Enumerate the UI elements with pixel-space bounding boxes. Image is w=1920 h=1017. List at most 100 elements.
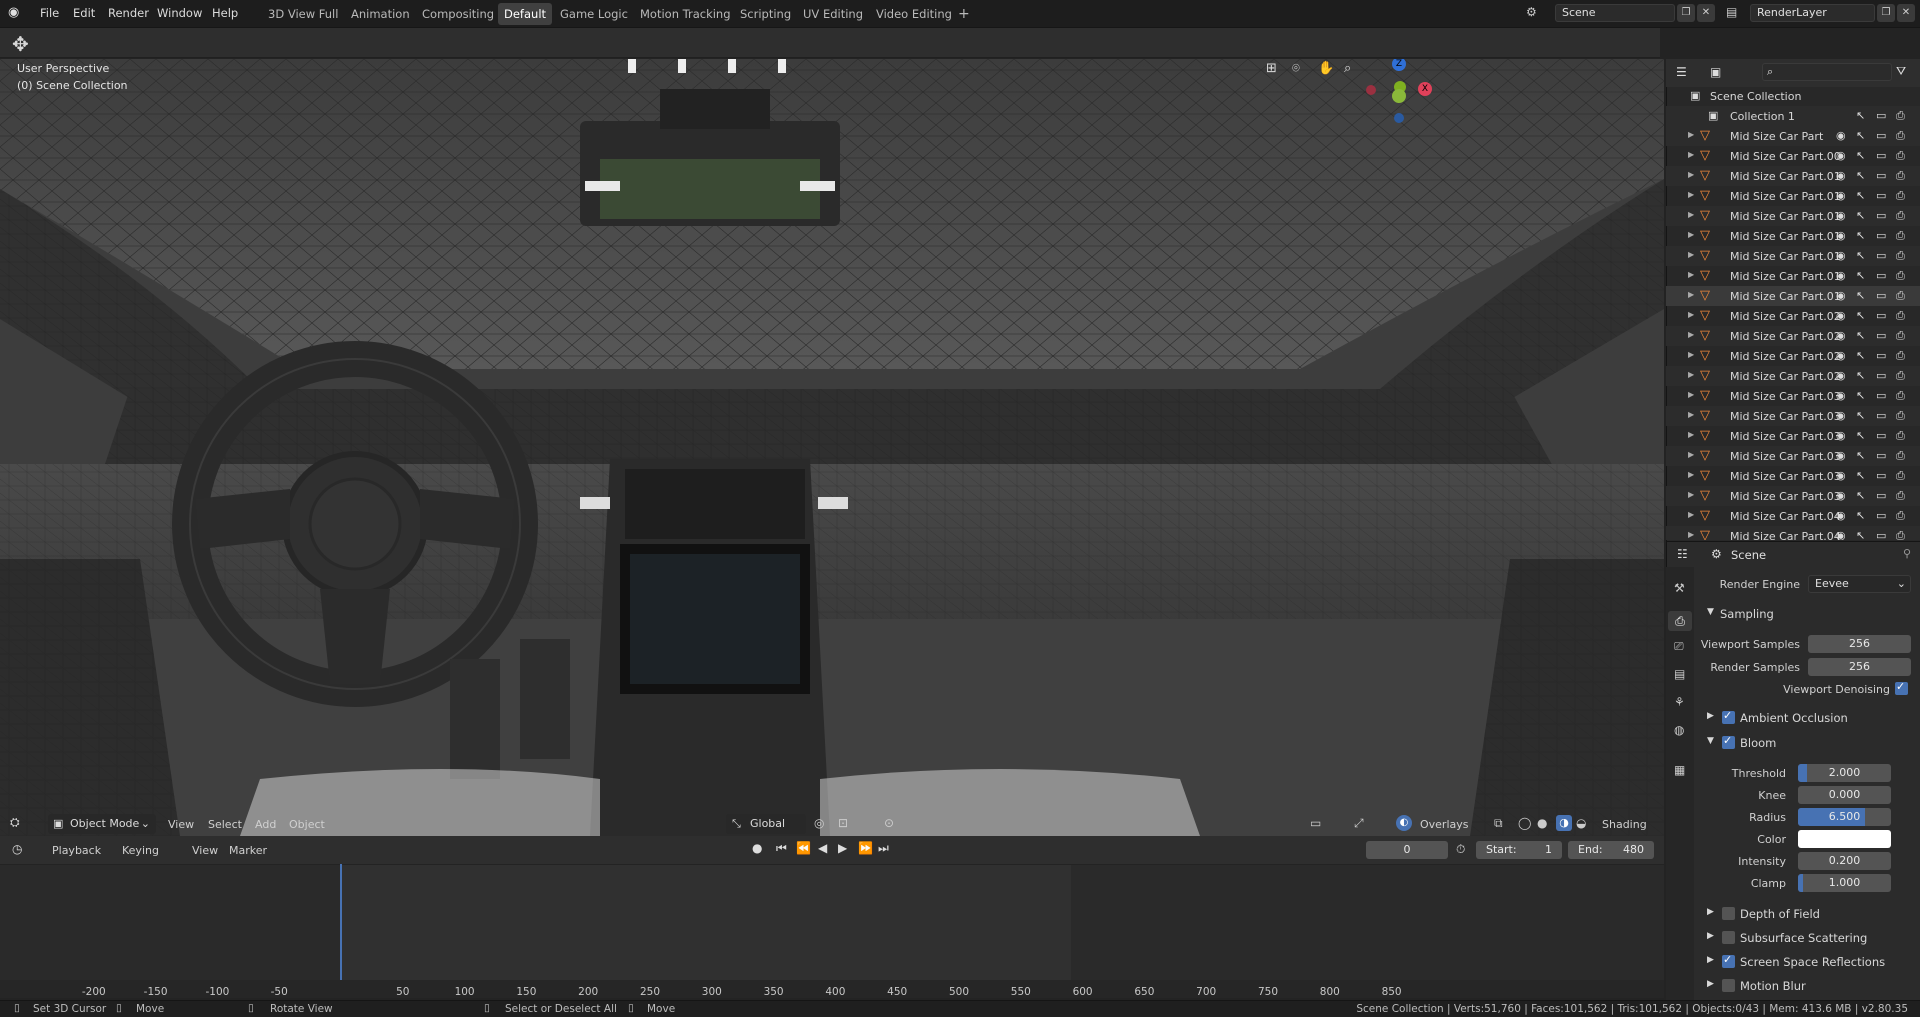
scene-tab-icon[interactable]: ⚘ xyxy=(1674,695,1685,709)
viewport-denoising-checkbox[interactable] xyxy=(1895,680,1908,695)
timeline-menu-playback[interactable]: Playback xyxy=(52,844,101,857)
timeline-menu-keying[interactable]: Keying xyxy=(122,844,159,857)
outliner-collection-1[interactable]: ▣ Collection 1 ↖ ▭ ⎙ xyxy=(1666,106,1920,126)
bloom-color-swatch[interactable] xyxy=(1798,830,1891,848)
selectable-icon[interactable]: ↖ xyxy=(1856,369,1865,382)
outliner-object-row[interactable]: ▶ ▽ Mid Size Car Part ◉ ↖ ▭ ⎙ xyxy=(1666,126,1920,146)
knee-slider[interactable]: 0.000 xyxy=(1798,786,1891,804)
viewport-menu-select[interactable]: Select xyxy=(208,818,242,831)
outliner-object-row[interactable]: ▶ ▽ Mid Size Car Part.03 ◉ ↖ ▭ ⎙ xyxy=(1666,386,1920,406)
render-visibility-icon[interactable]: ⎙ xyxy=(1896,409,1905,423)
eye-icon[interactable]: ◉ xyxy=(1836,409,1846,422)
viewport-visibility-icon[interactable]: ▭ xyxy=(1876,449,1886,462)
start-frame-field[interactable]: Start: 1 xyxy=(1476,841,1562,859)
sampling-panel-header[interactable]: ▼ Sampling xyxy=(1694,603,1920,625)
viewport-visibility-icon[interactable]: ▭ xyxy=(1876,169,1886,182)
texture-tab-icon[interactable]: ▦ xyxy=(1674,763,1685,777)
viewport-menu-add[interactable]: Add xyxy=(255,818,276,831)
pan-hand-icon[interactable]: ✋ xyxy=(1318,61,1334,76)
timeline-editor-type-icon[interactable]: ◷ xyxy=(12,842,22,856)
expand-arrow-icon[interactable]: ▶ xyxy=(1688,530,1694,539)
outliner-object-row[interactable]: ▶ ▽ Mid Size Car Part.02 ◉ ↖ ▭ ⎙ xyxy=(1666,306,1920,326)
solid-shading-icon[interactable]: ● xyxy=(1537,816,1547,830)
menu-help[interactable]: Help xyxy=(212,6,238,20)
eye-icon[interactable]: ◉ xyxy=(1836,249,1846,262)
depth-of-field-checkbox[interactable] xyxy=(1722,907,1735,920)
render-visibility-icon[interactable]: ⎙ xyxy=(1896,309,1905,323)
axis-gizmo[interactable]: Z X xyxy=(1350,59,1460,139)
expand-arrow-icon[interactable]: ▶ xyxy=(1688,330,1694,339)
render-tab-icon[interactable]: ⎙ xyxy=(1668,611,1692,631)
menu-file[interactable]: File xyxy=(40,6,59,20)
record-icon[interactable]: ● xyxy=(752,841,762,855)
shading-dropdown[interactable]: Shading xyxy=(1602,818,1647,831)
expand-arrow-icon[interactable]: ▶ xyxy=(1688,170,1694,179)
ambient-occlusion-panel-header[interactable]: ▶ Ambient Occlusion xyxy=(1694,707,1920,729)
outliner-object-row[interactable]: ▶ ▽ Mid Size Car Part.01 ◉ ↖ ▭ ⎙ xyxy=(1666,206,1920,226)
bloom-panel-header[interactable]: ▼ Bloom xyxy=(1694,732,1920,754)
viewport-visibility-icon[interactable]: ▭ xyxy=(1876,289,1886,302)
screen-space-reflections-checkbox[interactable] xyxy=(1722,953,1735,968)
expand-arrow-icon[interactable]: ▶ xyxy=(1688,310,1694,319)
render-visibility-icon[interactable]: ⎙ xyxy=(1896,169,1905,183)
outliner-object-row[interactable]: ▶ ▽ Mid Size Car Part.01 ◉ ↖ ▭ ⎙ xyxy=(1666,246,1920,266)
tab-default[interactable]: Default xyxy=(498,3,553,25)
display-mode-icon[interactable]: ▣ xyxy=(1710,65,1721,79)
render-samples-field[interactable]: 256 xyxy=(1808,658,1911,676)
selectable-icon[interactable]: ↖ xyxy=(1856,449,1865,462)
proportional-edit-icon[interactable]: ⊙ xyxy=(884,816,894,830)
renderlayer-icon[interactable]: ▤ xyxy=(1726,5,1737,19)
selectable-icon[interactable]: ↖ xyxy=(1856,469,1865,482)
add-workspace-button[interactable]: + xyxy=(952,3,976,25)
scene-copy-icon[interactable]: ❐ xyxy=(1677,4,1695,22)
render-visibility-icon[interactable]: ⎙ xyxy=(1896,209,1905,223)
object-mode-dropdown[interactable]: ▣ Object Mode ⌄ xyxy=(48,814,156,834)
viewport-menu-view[interactable]: View xyxy=(168,818,194,831)
playhead-line[interactable] xyxy=(340,864,342,992)
eye-icon[interactable]: ◉ xyxy=(1836,189,1846,202)
view-object-types-icon[interactable]: ▭ xyxy=(1310,816,1321,830)
expand-arrow-icon[interactable]: ▶ xyxy=(1688,430,1694,439)
overlays-dropdown[interactable]: Overlays xyxy=(1420,818,1469,831)
eye-icon[interactable]: ◉ xyxy=(1836,329,1846,342)
snap-icon[interactable]: ⊡ xyxy=(838,816,848,830)
screen-space-reflections-panel-header[interactable]: ▶ Screen Space Reflections xyxy=(1694,951,1920,973)
selectable-icon[interactable]: ↖ xyxy=(1856,329,1865,342)
menu-edit[interactable]: Edit xyxy=(73,6,95,20)
expand-arrow-icon[interactable]: ▶ xyxy=(1688,190,1694,199)
eye-icon[interactable]: ◉ xyxy=(1836,489,1846,502)
eye-icon[interactable]: ◉ xyxy=(1836,389,1846,402)
render-visibility-icon[interactable]: ⎙ xyxy=(1896,289,1905,303)
viewport-visibility-icon[interactable]: ▭ xyxy=(1876,429,1886,442)
scene-field[interactable]: Scene xyxy=(1555,4,1675,22)
world-tab-icon[interactable]: ◍ xyxy=(1674,723,1684,737)
viewport-menu-object[interactable]: Object xyxy=(289,818,325,831)
timeline-menu-view[interactable]: View xyxy=(192,844,218,857)
viewport-visibility-icon[interactable]: ▭ xyxy=(1876,129,1886,142)
eye-icon[interactable]: ◉ xyxy=(1836,449,1846,462)
selectable-icon[interactable]: ↖ xyxy=(1856,529,1865,540)
expand-arrow-icon[interactable]: ▶ xyxy=(1688,510,1694,519)
eye-icon[interactable]: ◉ xyxy=(1836,529,1846,540)
viewport-visibility-icon[interactable]: ▭ xyxy=(1876,109,1886,122)
menu-window[interactable]: Window xyxy=(157,6,202,20)
subsurface-scattering-checkbox[interactable] xyxy=(1722,931,1735,944)
tab-3d-view-full[interactable]: 3D View Full xyxy=(262,3,344,25)
gizmo-z-axis[interactable]: Z xyxy=(1392,59,1406,71)
tab-game-logic[interactable]: Game Logic xyxy=(554,3,634,25)
pin-icon[interactable]: ⚲ xyxy=(1903,547,1911,560)
outliner-object-row[interactable]: ▶ ▽ Mid Size Car Part.01 ◉ ↖ ▭ ⎙ xyxy=(1666,186,1920,206)
gizmo-x-axis[interactable]: X xyxy=(1418,82,1432,96)
expand-arrow-icon[interactable]: ▶ xyxy=(1688,490,1694,499)
play-reverse-icon[interactable]: ◀ xyxy=(818,841,827,855)
outliner-object-row[interactable]: ▶ ▽ Mid Size Car Part.02 ◉ ↖ ▭ ⎙ xyxy=(1666,346,1920,366)
rendered-shading-icon[interactable]: ◒ xyxy=(1576,816,1586,830)
selectable-icon[interactable]: ↖ xyxy=(1856,409,1865,422)
selectable-icon[interactable]: ↖ xyxy=(1856,429,1865,442)
filter-icon[interactable]: ⛛ xyxy=(1896,64,1906,79)
render-visibility-icon[interactable]: ⎙ xyxy=(1896,489,1905,503)
render-visibility-icon[interactable]: ⎙ xyxy=(1896,229,1905,243)
selectable-icon[interactable]: ↖ xyxy=(1856,509,1865,522)
outliner-object-row[interactable]: ▶ ▽ Mid Size Car Part.00 ◉ ↖ ▭ ⎙ xyxy=(1666,146,1920,166)
outliner-object-row[interactable]: ▶ ▽ Mid Size Car Part.01 ◉ ↖ ▭ ⎙ xyxy=(1666,226,1920,246)
